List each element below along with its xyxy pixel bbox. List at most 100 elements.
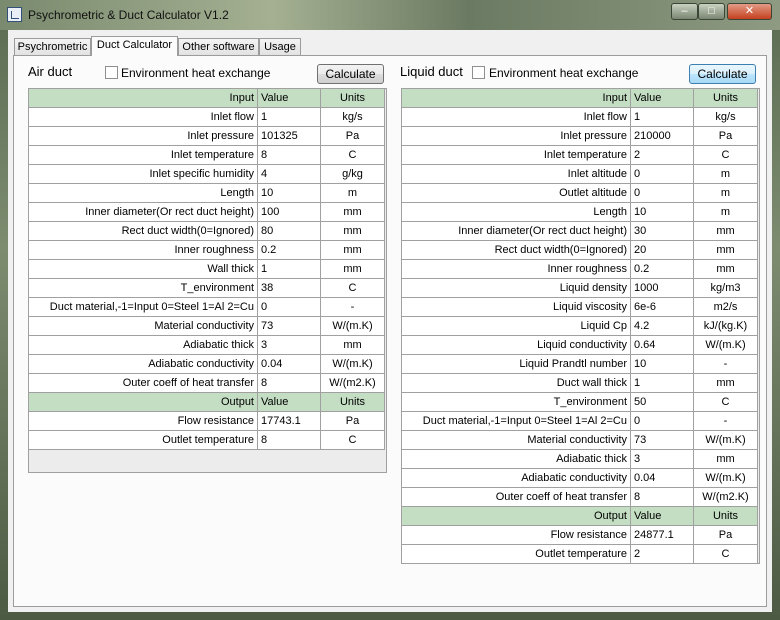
param-value-cell[interactable]: 100 xyxy=(258,203,321,222)
param-value-cell[interactable]: 4.2 xyxy=(631,317,694,336)
param-value-cell[interactable]: 2 xyxy=(631,545,694,564)
tab-usage[interactable]: Usage xyxy=(259,38,301,55)
param-value-cell[interactable]: 0.04 xyxy=(258,355,321,374)
param-units-cell: m xyxy=(694,203,758,222)
param-value-cell[interactable]: 6e-6 xyxy=(631,298,694,317)
client-area: Psychrometric Duct Calculator Other soft… xyxy=(8,30,772,612)
param-value-cell[interactable]: 24877.1 xyxy=(631,526,694,545)
app-icon xyxy=(7,7,22,22)
param-label-cell: Outer coeff of heat transfer xyxy=(402,488,631,507)
param-value-cell[interactable]: 101325 xyxy=(258,127,321,146)
grid-row: Liquid density 1000 kg/m3 xyxy=(402,279,758,298)
param-units-cell: C xyxy=(694,393,758,412)
param-value-cell[interactable]: 50 xyxy=(631,393,694,412)
param-label-cell: Wall thick xyxy=(29,260,258,279)
param-units-cell: Pa xyxy=(321,127,385,146)
grid-row: Material conductivity 73 W/(m.K) xyxy=(29,317,385,336)
param-label-cell: Material conductivity xyxy=(402,431,631,450)
grid-row: Rect duct width(0=Ignored) 20 mm xyxy=(402,241,758,260)
param-value-cell[interactable]: 73 xyxy=(631,431,694,450)
grid-row: Adiabatic conductivity 0.04 W/(m.K) xyxy=(29,355,385,374)
param-units-cell: mm xyxy=(321,203,385,222)
param-units-cell: C xyxy=(321,279,385,298)
maximize-button[interactable]: □ xyxy=(698,3,725,20)
grid-row: Adiabatic thick 3 mm xyxy=(402,450,758,469)
air-env-checkbox[interactable] xyxy=(105,66,118,79)
title-bar[interactable]: Psychrometric & Duct Calculator V1.2 – □… xyxy=(0,0,780,30)
param-units-cell: mm xyxy=(694,260,758,279)
param-value-cell[interactable]: 3 xyxy=(631,450,694,469)
param-value-cell[interactable]: 17743.1 xyxy=(258,412,321,431)
tab-duct-calculator[interactable]: Duct Calculator xyxy=(91,36,178,56)
param-value-cell[interactable]: 4 xyxy=(258,165,321,184)
param-value-cell[interactable]: 0.2 xyxy=(258,241,321,260)
param-value-cell[interactable]: 0.64 xyxy=(631,336,694,355)
param-units-cell: mm xyxy=(321,260,385,279)
param-value-cell[interactable]: 30 xyxy=(631,222,694,241)
liquid-calculate-button[interactable]: Calculate xyxy=(689,64,756,84)
param-value-cell[interactable]: 20 xyxy=(631,241,694,260)
grid-row: Inlet altitude 0 m xyxy=(402,165,758,184)
air-duct-title: Air duct xyxy=(28,64,73,79)
param-units-cell: C xyxy=(321,146,385,165)
param-units-cell: Pa xyxy=(694,127,758,146)
param-units-cell: W/(m2.K) xyxy=(694,488,758,507)
param-value-cell[interactable]: 1 xyxy=(631,374,694,393)
param-label-cell: Rect duct width(0=Ignored) xyxy=(29,222,258,241)
grid-row: Outer coeff of heat transfer 8 W/(m2.K) xyxy=(402,488,758,507)
param-value-cell[interactable]: 1000 xyxy=(631,279,694,298)
param-value-cell[interactable]: 210000 xyxy=(631,127,694,146)
param-value-cell[interactable]: 8 xyxy=(631,488,694,507)
param-label-cell: Rect duct width(0=Ignored) xyxy=(402,241,631,260)
grid-row: Outer coeff of heat transfer 8 W/(m2.K) xyxy=(29,374,385,393)
header-units-cell: Units xyxy=(694,89,758,108)
grid-row: T_environment 38 C xyxy=(29,279,385,298)
liquid-duct-title: Liquid duct xyxy=(400,64,463,79)
param-label-cell: Adiabatic conductivity xyxy=(29,355,258,374)
param-label-cell: Duct material,-1=Input 0=Steel 1=Al 2=Cu xyxy=(29,298,258,317)
param-value-cell[interactable]: 2 xyxy=(631,146,694,165)
param-value-cell[interactable]: 3 xyxy=(258,336,321,355)
grid-row: Wall thick 1 mm xyxy=(29,260,385,279)
param-value-cell[interactable]: 0 xyxy=(258,298,321,317)
param-value-cell[interactable]: 10 xyxy=(258,184,321,203)
param-value-cell[interactable]: 1 xyxy=(258,260,321,279)
param-units-cell: g/kg xyxy=(321,165,385,184)
param-label-cell: T_environment xyxy=(29,279,258,298)
param-label-cell: Outlet temperature xyxy=(29,431,258,450)
air-calculate-button[interactable]: Calculate xyxy=(317,64,384,84)
param-value-cell[interactable]: 8 xyxy=(258,431,321,450)
param-value-cell[interactable]: 38 xyxy=(258,279,321,298)
grid-header-row: Input Value Units xyxy=(402,89,758,108)
param-value-cell[interactable]: 0 xyxy=(631,184,694,203)
close-button[interactable]: ✕ xyxy=(727,3,772,20)
param-value-cell[interactable]: 8 xyxy=(258,146,321,165)
liquid-env-checkbox[interactable] xyxy=(472,66,485,79)
param-value-cell[interactable]: 10 xyxy=(631,203,694,222)
param-value-cell[interactable]: 8 xyxy=(258,374,321,393)
grid-row: Adiabatic thick 3 mm xyxy=(29,336,385,355)
param-value-cell[interactable]: 0.04 xyxy=(631,469,694,488)
param-value-cell[interactable]: 0.2 xyxy=(631,260,694,279)
header-value-cell: Value xyxy=(258,393,321,412)
param-value-cell[interactable]: 73 xyxy=(258,317,321,336)
param-value-cell[interactable]: 1 xyxy=(631,108,694,127)
header-value-cell: Value xyxy=(258,89,321,108)
tab-other-software[interactable]: Other software xyxy=(178,38,259,55)
param-value-cell[interactable]: 0 xyxy=(631,412,694,431)
grid-row: Outlet altitude 0 m xyxy=(402,184,758,203)
air-env-label: Environment heat exchange xyxy=(121,66,271,80)
param-value-cell[interactable]: 80 xyxy=(258,222,321,241)
param-units-cell: W/(m.K) xyxy=(694,336,758,355)
grid-row: Inlet temperature 2 C xyxy=(402,146,758,165)
header-label-cell: Input xyxy=(29,89,258,108)
param-units-cell: m xyxy=(321,184,385,203)
param-value-cell[interactable]: 0 xyxy=(631,165,694,184)
header-units-cell: Units xyxy=(694,507,758,526)
param-label-cell: Inlet pressure xyxy=(29,127,258,146)
param-value-cell[interactable]: 1 xyxy=(258,108,321,127)
tab-psychrometric[interactable]: Psychrometric xyxy=(14,38,91,55)
param-value-cell[interactable]: 10 xyxy=(631,355,694,374)
minimize-button[interactable]: – xyxy=(671,3,698,20)
param-label-cell: Duct wall thick xyxy=(402,374,631,393)
